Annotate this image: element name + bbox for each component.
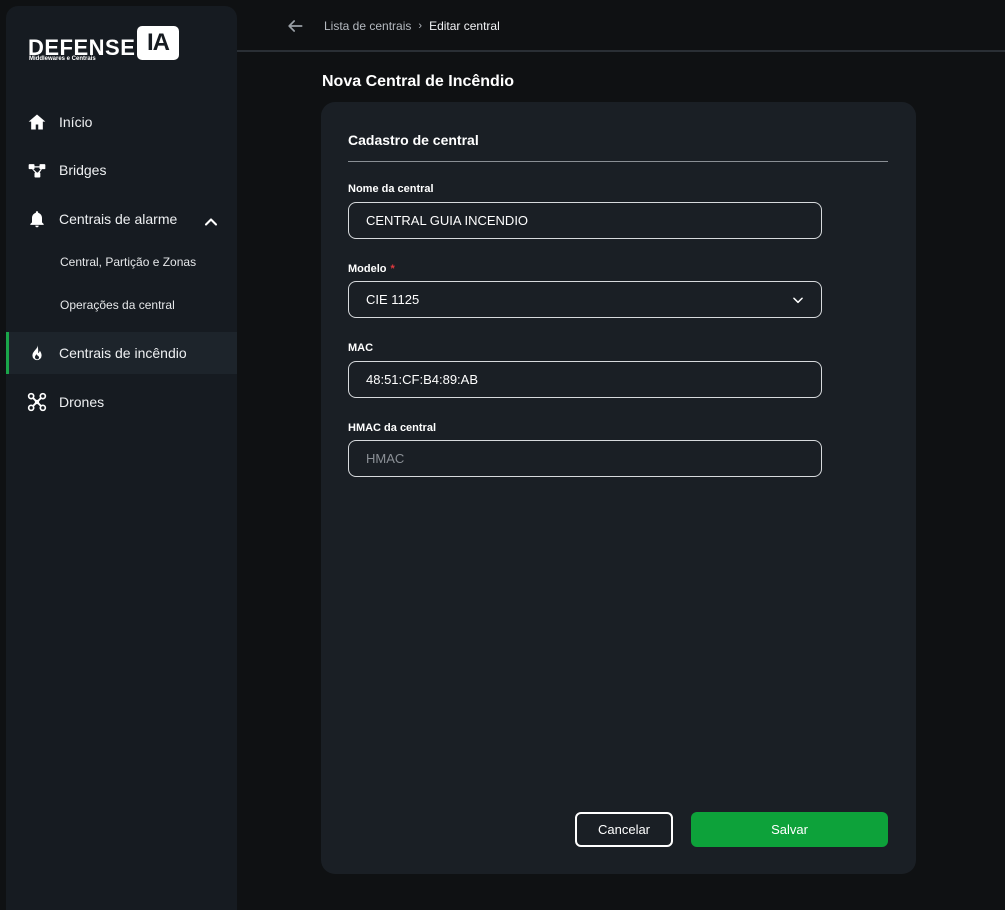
drone-icon (26, 391, 48, 413)
required-mark: * (390, 263, 395, 275)
sidebar-subitem-operacoes-central[interactable]: Operações da central (6, 283, 237, 326)
modelo-select-value: CIE 1125 (366, 292, 420, 307)
brand-logo[interactable]: DEFENSE IA Middlewares e Centrais (28, 26, 188, 70)
divider (348, 161, 888, 162)
sidebar-item-label: Drones (59, 394, 105, 410)
home-icon (26, 111, 48, 133)
topbar: Lista de centrais › Editar central (237, 0, 1005, 52)
section-title: Cadastro de central (348, 132, 479, 148)
fire-icon (26, 342, 48, 364)
breadcrumb: Lista de centrais › Editar central (324, 19, 500, 33)
sidebar-subitem-label: Central, Partição e Zonas (60, 254, 197, 269)
bell-icon (26, 208, 48, 230)
sidebar-subitem-label: Operações da central (60, 297, 175, 312)
chevron-down-icon (793, 297, 803, 304)
hmac-label: HMAC da central (348, 422, 437, 434)
chevron-right-icon: › (418, 20, 423, 32)
bridges-icon (26, 159, 48, 181)
back-arrow-icon[interactable] (285, 16, 305, 36)
modelo-select[interactable]: CIE 1125 (348, 281, 822, 318)
nome-input[interactable] (348, 202, 822, 239)
sidebar-item-bridges[interactable]: Bridges (6, 149, 237, 191)
modelo-label-text: Modelo (348, 263, 387, 275)
sidebar-subitem-central-particao-zonas[interactable]: Central, Partição e Zonas (6, 240, 237, 283)
brand-tagline: Middlewares e Centrais (29, 56, 96, 62)
sidebar-item-centrais-alarme[interactable]: Centrais de alarme (6, 198, 237, 240)
cancel-button[interactable]: Cancelar (575, 812, 673, 847)
mac-label: MAC (348, 342, 374, 354)
sidebar-item-label: Centrais de alarme (59, 211, 178, 227)
page-title: Nova Central de Incêndio (322, 73, 515, 90)
breadcrumb-current: Editar central (429, 19, 500, 33)
form-card: Cadastro de central Nome da central Mode… (321, 102, 916, 874)
breadcrumb-link-lista[interactable]: Lista de centrais (324, 19, 411, 33)
chevron-up-icon[interactable] (201, 212, 221, 232)
sidebar-item-label: Bridges (59, 162, 107, 178)
sidebar-item-inicio[interactable]: Início (6, 101, 237, 143)
nome-label: Nome da central (348, 183, 434, 195)
sidebar-item-label: Centrais de incêndio (59, 345, 187, 361)
save-button[interactable]: Salvar (691, 812, 888, 847)
sidebar-item-label: Início (59, 114, 93, 130)
modelo-label: Modelo * (348, 263, 395, 275)
sidebar: DEFENSE IA Middlewares e Centrais Início… (6, 6, 237, 910)
sidebar-item-centrais-incendio[interactable]: Centrais de incêndio (6, 332, 237, 374)
sidebar-nav: Início Bridges Centrais de alarme Centra… (6, 96, 237, 423)
brand-badge: IA (137, 26, 179, 60)
sidebar-item-drones[interactable]: Drones (6, 381, 237, 423)
mac-input[interactable] (348, 361, 822, 398)
hmac-input[interactable] (348, 440, 822, 477)
